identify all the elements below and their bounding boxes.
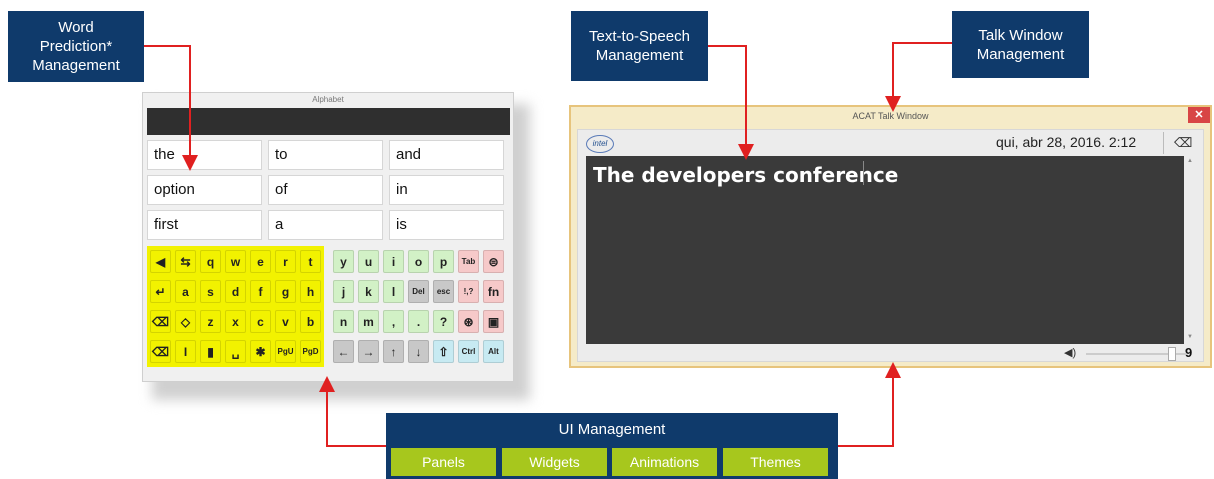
keyboard-key[interactable]: j bbox=[333, 280, 354, 303]
toolbar-divider bbox=[1163, 132, 1164, 154]
keyboard-key[interactable]: y bbox=[333, 250, 354, 273]
keyboard-key[interactable]: Alt bbox=[483, 340, 504, 363]
keyboard-key[interactable]: v bbox=[275, 310, 296, 333]
text-caret bbox=[863, 161, 864, 185]
keyboard-key[interactable]: ⊜ bbox=[483, 250, 504, 273]
keyboard-key[interactable]: Del bbox=[408, 280, 429, 303]
keyboard-key[interactable]: a bbox=[175, 280, 196, 303]
word-prediction-callout: Word Prediction* Management bbox=[8, 11, 144, 82]
close-button[interactable]: ✕ bbox=[1188, 107, 1210, 123]
keyboard-key[interactable]: x bbox=[225, 310, 246, 333]
talk-window-arrow bbox=[885, 42, 952, 112]
word-suggestion[interactable]: to bbox=[268, 140, 383, 170]
keyboard-key[interactable]: !,? bbox=[458, 280, 479, 303]
word-suggestion[interactable]: the bbox=[147, 140, 262, 170]
keyboard-key[interactable]: fn bbox=[483, 280, 504, 303]
keyboard-key[interactable]: ⇆ bbox=[175, 250, 196, 273]
talk-text-area[interactable]: The developers conference bbox=[586, 156, 1184, 344]
intel-logo: intel bbox=[586, 135, 614, 153]
keyboard-key[interactable]: Ctrl bbox=[458, 340, 479, 363]
keyboard-key[interactable]: Tab bbox=[458, 250, 479, 273]
keyboard-key[interactable]: r bbox=[275, 250, 296, 273]
volume-icon: ◀) bbox=[1064, 347, 1077, 359]
panels-tab: Panels bbox=[391, 448, 496, 476]
keyboard-key[interactable]: ◇ bbox=[175, 310, 196, 333]
keyboard-key[interactable]: g bbox=[275, 280, 296, 303]
keyboard-key[interactable]: ◀ bbox=[150, 250, 171, 273]
ui-to-talk-arrow bbox=[838, 362, 901, 447]
ui-management-box: UI Management Panels Widgets Animations … bbox=[386, 413, 838, 479]
keyboard-key[interactable]: esc bbox=[433, 280, 454, 303]
keyboard-key[interactable]: ␣ bbox=[225, 340, 246, 363]
keyboard-key[interactable]: . bbox=[408, 310, 429, 333]
keyboard-key[interactable]: s bbox=[200, 280, 221, 303]
keyboard-key[interactable]: ↓ bbox=[408, 340, 429, 363]
keyboard-key[interactable]: b bbox=[300, 310, 321, 333]
keyboard-key[interactable]: t bbox=[300, 250, 321, 273]
word-suggestion[interactable]: first bbox=[147, 210, 262, 240]
widgets-tab: Widgets bbox=[502, 448, 607, 476]
alphabet-keyboard-window: Alphabet the to and option of in first a is ◀ ⇆ q w… bbox=[142, 92, 514, 382]
volume-value: 9 bbox=[1185, 345, 1193, 360]
volume-slider-thumb[interactable] bbox=[1168, 347, 1176, 361]
keyboard-key[interactable]: d bbox=[225, 280, 246, 303]
talk-text: The developers conference bbox=[593, 163, 899, 187]
themes-tab: Themes bbox=[723, 448, 828, 476]
keyboard-key[interactable]: z bbox=[200, 310, 221, 333]
keyboard-key[interactable]: I bbox=[175, 340, 196, 363]
tts-label: Text-to-Speech Management bbox=[589, 28, 690, 64]
keyboard-key[interactable]: u bbox=[358, 250, 379, 273]
ui-management-title: UI Management bbox=[558, 421, 666, 438]
talk-window-body: intel qui, abr 28, 2016. 2:12 ⌫ The deve… bbox=[577, 129, 1204, 362]
word-suggestion[interactable]: in bbox=[389, 175, 504, 205]
scroll-down-icon[interactable]: ▼ bbox=[1185, 334, 1195, 340]
talk-window-title: ACAT Talk Window bbox=[852, 111, 929, 121]
keyboard-key[interactable]: ⇧ bbox=[433, 340, 454, 363]
talk-window-callout: Talk Window Management bbox=[952, 11, 1089, 78]
keyboard-key[interactable]: q bbox=[200, 250, 221, 273]
keyboard-key[interactable]: k bbox=[358, 280, 379, 303]
datetime-display: qui, abr 28, 2016. 2:12 bbox=[996, 134, 1137, 150]
talk-window-label: Talk Window Management bbox=[976, 26, 1065, 63]
keyboard-key[interactable]: → bbox=[358, 340, 379, 363]
acat-talk-window: ACAT Talk Window ✕ intel qui, abr 28, 20… bbox=[569, 105, 1212, 368]
word-suggestion[interactable]: and bbox=[389, 140, 504, 170]
keyboard-key[interactable]: w bbox=[225, 250, 246, 273]
word-suggestion[interactable]: a bbox=[268, 210, 383, 240]
word-suggestion[interactable]: of bbox=[268, 175, 383, 205]
keyboard-key[interactable]: PgD bbox=[300, 340, 321, 363]
keyboard-title: Alphabet bbox=[312, 95, 344, 104]
word-suggestion[interactable]: is bbox=[389, 210, 504, 240]
keyboard-key[interactable]: ↵ bbox=[150, 280, 171, 303]
keyboard-key[interactable]: c bbox=[250, 310, 271, 333]
keyboard-key[interactable]: ⊛ bbox=[458, 310, 479, 333]
keyboard-key[interactable]: e bbox=[250, 250, 271, 273]
keyboard-key[interactable]: ← bbox=[333, 340, 354, 363]
keyboard-key[interactable]: n bbox=[333, 310, 354, 333]
keyboard-key[interactable]: ⌫ bbox=[150, 310, 171, 333]
keyboard-key[interactable]: p bbox=[433, 250, 454, 273]
keyboard-key[interactable]: ? bbox=[433, 310, 454, 333]
keyboard-key[interactable]: PgU bbox=[275, 340, 296, 363]
keyboard-key[interactable]: , bbox=[383, 310, 404, 333]
word-prediction-label: Word Prediction* Management bbox=[32, 19, 120, 74]
talk-scrollbar[interactable]: ▲ ▼ bbox=[1185, 156, 1195, 344]
keyboard-key[interactable]: ⌫ bbox=[150, 340, 171, 363]
keyboard-key[interactable]: ↑ bbox=[383, 340, 404, 363]
keyboard-key[interactable]: i bbox=[383, 250, 404, 273]
animations-tab: Animations bbox=[612, 448, 717, 476]
keyboard-key[interactable]: ✱ bbox=[250, 340, 271, 363]
eraser-icon[interactable]: ⌫ bbox=[1174, 135, 1192, 151]
tts-callout: Text-to-Speech Management bbox=[571, 11, 708, 81]
keyboard-key[interactable]: ▣ bbox=[483, 310, 504, 333]
keyboard-key[interactable]: ▮ bbox=[200, 340, 221, 363]
scroll-up-icon[interactable]: ▲ bbox=[1185, 158, 1195, 164]
keyboard-key[interactable]: h bbox=[300, 280, 321, 303]
keyboard-key[interactable]: l bbox=[383, 280, 404, 303]
keyboard-key[interactable]: f bbox=[250, 280, 271, 303]
keyboard-key[interactable]: o bbox=[408, 250, 429, 273]
keyboard-key[interactable]: m bbox=[358, 310, 379, 333]
keyboard-text-bar bbox=[147, 108, 510, 135]
word-suggestion[interactable]: option bbox=[147, 175, 262, 205]
